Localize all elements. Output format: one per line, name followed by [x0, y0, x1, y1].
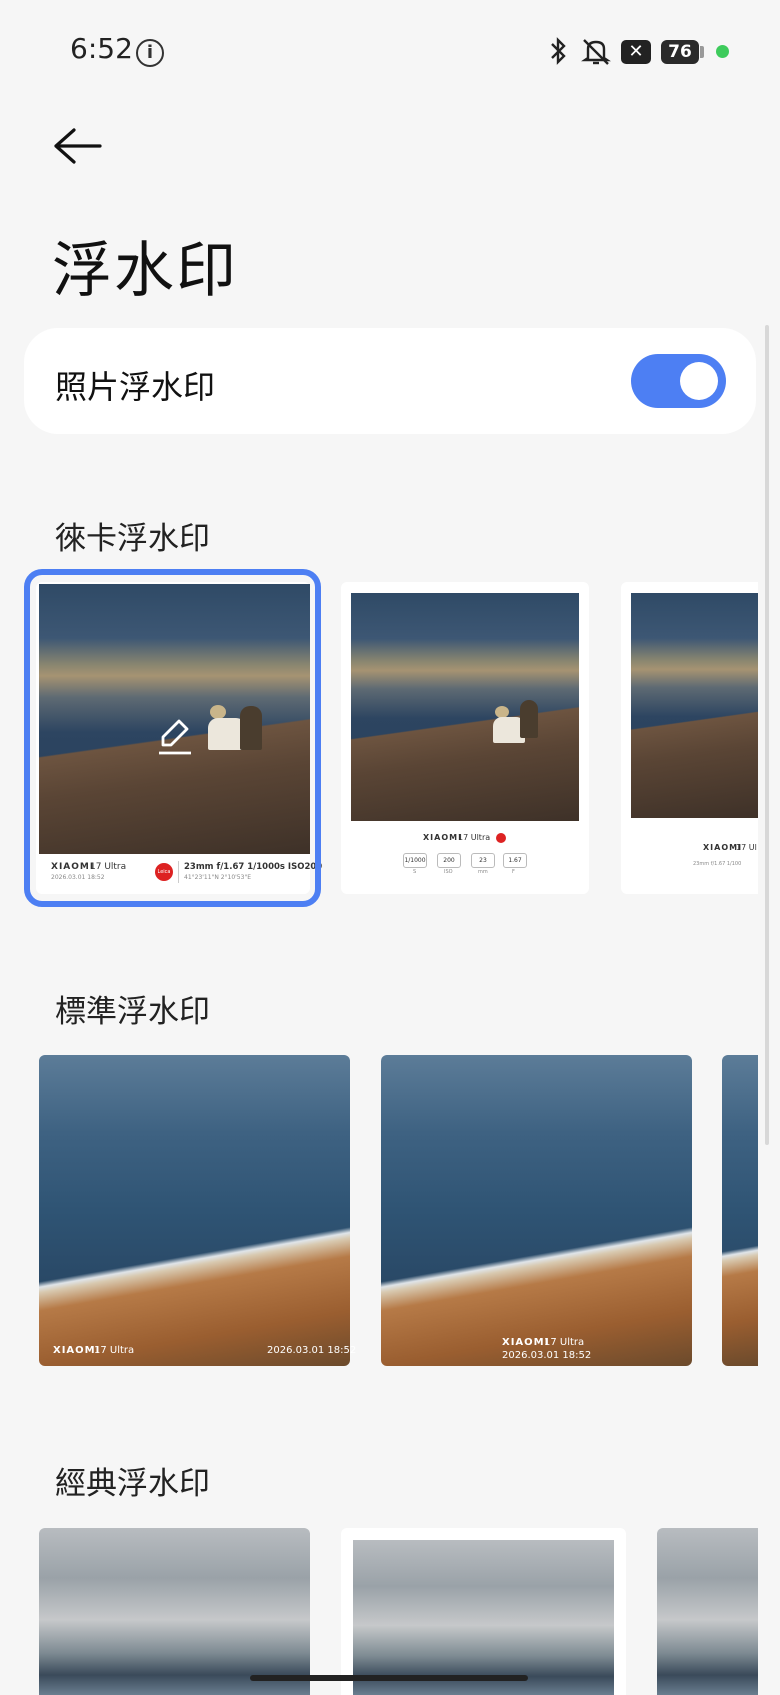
section-classic-title: 經典浮水印 — [55, 1466, 210, 1502]
privacy-dot-icon — [716, 45, 729, 58]
page-title: 浮水印 — [52, 236, 238, 306]
chip-label-mm: mm — [478, 869, 488, 875]
back-arrow-icon[interactable] — [50, 126, 106, 166]
chip-label-f: F — [512, 869, 515, 875]
classic-preview-photo — [353, 1540, 614, 1695]
classic-watermark-option-3[interactable] — [657, 1528, 758, 1695]
leica-card2-model: 17 Ultra — [458, 833, 491, 842]
section-standard-title: 標準浮水印 — [55, 994, 210, 1030]
leica-preview-photo — [351, 593, 579, 821]
selected-option-border — [24, 569, 321, 907]
standard-card2-date: 2026.03.01 18:52 — [502, 1350, 592, 1361]
info-icon: i — [136, 39, 164, 67]
leica-preview-photo — [631, 593, 758, 818]
leica-logo-icon — [496, 833, 506, 843]
standard-watermark-option-1[interactable] — [39, 1055, 350, 1366]
battery-icon: 76 — [661, 40, 699, 64]
status-time: 6:52 — [70, 32, 133, 65]
toggle-knob — [680, 362, 718, 400]
chip-focal: 23 — [471, 853, 495, 868]
bell-muted-icon — [580, 36, 612, 73]
leica-card2-brand: XIAOMI — [423, 833, 463, 842]
chip-shutter: 1/1000 — [403, 853, 427, 868]
section-leica-title: 徠卡浮水印 — [55, 521, 210, 557]
leica-card3-specs: 23mm f/1.67 1/100 — [693, 861, 742, 867]
classic-watermark-option-1[interactable] — [39, 1528, 310, 1695]
chip-label-iso: ISO — [444, 869, 453, 875]
bluetooth-icon — [548, 36, 570, 73]
photo-watermark-label: 照片浮水印 — [55, 368, 216, 406]
chip-aperture: 1.67 — [503, 853, 527, 868]
chip-iso: 200 — [437, 853, 461, 868]
chip-label-s: S — [413, 869, 417, 875]
standard-card2-brand: XIAOMI — [502, 1337, 550, 1348]
battery-tip — [700, 46, 704, 58]
standard-card1-model: 17 Ultra — [94, 1345, 135, 1356]
scrollbar[interactable] — [765, 325, 769, 1145]
standard-card2-model: 17 Ultra — [544, 1337, 585, 1348]
standard-card1-date: 2026.03.01 18:52 — [267, 1345, 357, 1356]
standard-watermark-option-2[interactable] — [381, 1055, 692, 1366]
leica-card3-model: 17 Ul — [736, 843, 757, 852]
figure-shape — [520, 700, 538, 738]
standard-watermark-option-3[interactable] — [722, 1055, 758, 1366]
home-indicator[interactable] — [250, 1675, 528, 1681]
close-badge-icon: ✕ — [621, 40, 651, 64]
